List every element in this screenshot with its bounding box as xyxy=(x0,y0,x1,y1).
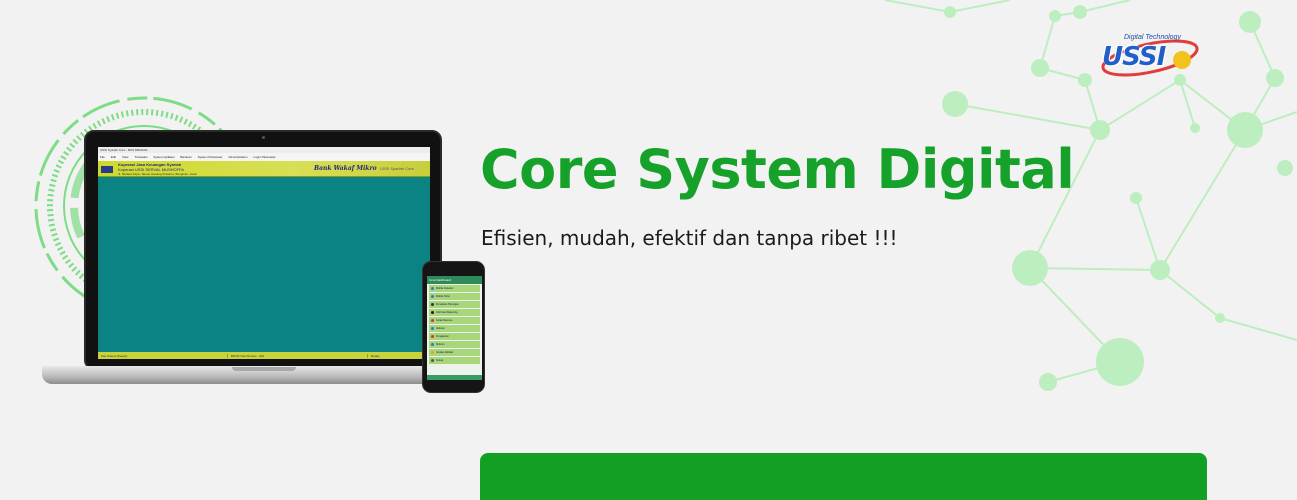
laptop-mockup: USSI Syariah Core - BUS MIRADIA File Edi… xyxy=(84,130,442,370)
menu-item[interactable]: Administration xyxy=(228,153,247,161)
phone-menu-label: Penarikan Tabungan xyxy=(436,303,459,306)
app-logo-icon xyxy=(101,166,113,173)
menu-item-icon xyxy=(431,319,434,322)
menu-item-icon xyxy=(431,359,434,362)
menu-item-icon xyxy=(431,303,434,306)
phone-menu-label: Update Aplikasi xyxy=(436,351,454,354)
menu-item[interactable]: View xyxy=(122,153,128,161)
phone-menu-label: Keluar xyxy=(436,359,444,362)
phone-footer-bar xyxy=(427,375,482,380)
phone-menu-item[interactable]: Penarikan Tabungan xyxy=(429,301,480,308)
menu-item-icon xyxy=(431,287,434,290)
banner-product: Bank Wakaf Mikro xyxy=(314,165,377,172)
status-cell: BOOK Kas Khusus - 001 xyxy=(228,353,368,358)
hero-subtitle: Efisien, mudah, efektif dan tanpa ribet … xyxy=(481,226,898,250)
phone-menu-item[interactable]: Informasi Rekening xyxy=(429,309,480,316)
banner-product-sub: USSI Syariah Core xyxy=(380,166,414,171)
banner-line-3: Jl. Mutiara Raya, Taman Hanang Pratama, … xyxy=(118,172,197,176)
menu-item[interactable]: Login Parameter xyxy=(253,153,275,161)
cta-button[interactable] xyxy=(480,453,1207,500)
menu-item[interactable]: File xyxy=(100,153,105,161)
menu-item-icon xyxy=(431,295,434,298)
phone-menu-label: Sinkron xyxy=(436,343,445,346)
menu-item-icon xyxy=(431,327,434,330)
phone-menu-label: Mobile Kolektor xyxy=(436,287,454,290)
status-cell: Kas Utama (Ready) xyxy=(98,353,228,358)
menu-item[interactable]: Transaksi xyxy=(134,153,147,161)
hero-title: Core System Digital xyxy=(480,138,1075,201)
menu-item-icon xyxy=(431,351,434,354)
laptop-notch xyxy=(232,367,296,371)
ussi-logo[interactable]: Digital Technology USSI xyxy=(1098,30,1202,80)
app-banner: Koperasi Jasa Keuangan Syariah Koperasi … xyxy=(98,161,430,177)
app-menu-bar: File Edit View Transaksi System Aplikasi… xyxy=(98,153,430,161)
phone-menu-item[interactable]: Aktivasi xyxy=(429,325,480,332)
phone-menu-label: Informasi Rekening xyxy=(436,311,458,314)
phone-mockup: Core Dashboard Mobile Kolektor Mobile Te… xyxy=(422,261,485,393)
laptop-app-window: USSI Syariah Core - BUS MIRADIA File Edi… xyxy=(98,147,430,359)
menu-item[interactable]: Edit xyxy=(111,153,116,161)
app-status-bar: Kas Utama (Ready) BOOK Kas Khusus - 001 … xyxy=(98,352,430,359)
phone-menu-label: Aktivasi xyxy=(436,327,445,330)
phone-screen: Core Dashboard Mobile Kolektor Mobile Te… xyxy=(427,276,482,380)
phone-menu-label: Cetak Resume xyxy=(436,319,453,322)
menu-item[interactable]: System Parameter xyxy=(198,153,223,161)
phone-menu-item[interactable]: Sinkron xyxy=(429,341,480,348)
phone-menu-label: Pengaturan xyxy=(436,335,449,338)
phone-menu-item[interactable]: Keluar xyxy=(429,357,480,364)
phone-menu-item[interactable]: Pengaturan xyxy=(429,333,480,340)
menu-item[interactable]: System Aplikasi xyxy=(153,153,174,161)
status-cell: Ready xyxy=(371,353,380,358)
menu-item[interactable]: Bantuan xyxy=(180,153,191,161)
logo-text: USSI xyxy=(1102,42,1166,72)
phone-menu-item[interactable]: Mobile Kolektor xyxy=(429,285,480,292)
logo-tagline: Digital Technology xyxy=(1124,34,1181,41)
phone-app-header: Core Dashboard xyxy=(427,276,482,284)
phone-menu-label: Mobile Teller xyxy=(436,295,450,298)
menu-item-icon xyxy=(431,343,434,346)
camera-icon xyxy=(262,136,265,139)
phone-menu-item[interactable]: Mobile Teller xyxy=(429,293,480,300)
phone-menu-item[interactable]: Update Aplikasi xyxy=(429,349,480,356)
phone-menu-item[interactable]: Cetak Resume xyxy=(429,317,480,324)
menu-item-icon xyxy=(431,311,434,314)
menu-item-icon xyxy=(431,335,434,338)
